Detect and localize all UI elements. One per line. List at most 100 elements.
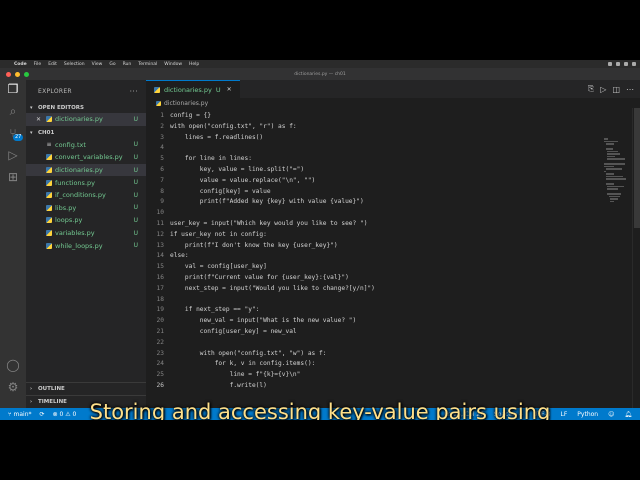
menu-file[interactable]: File: [34, 62, 42, 67]
code-line[interactable]: 4: [146, 143, 586, 154]
minimap-line: [610, 200, 614, 202]
apple-icon[interactable]: [4, 61, 10, 67]
file-item-while-loops[interactable]: while_loops.py U: [26, 239, 146, 252]
gear-icon[interactable]: ⚙: [4, 378, 22, 396]
menu-go[interactable]: Go: [109, 62, 115, 67]
minimap-line: [607, 150, 618, 152]
file-item-dictionaries[interactable]: dictionaries.py U: [26, 163, 146, 177]
more-actions-icon[interactable]: ⋯: [626, 85, 634, 94]
code-line[interactable]: 7 value = value.replace("\n", ""): [146, 176, 586, 187]
menu-help[interactable]: Help: [189, 62, 199, 67]
code-line[interactable]: 14 else:: [146, 251, 586, 262]
menu-run[interactable]: Run: [123, 62, 132, 67]
code-line[interactable]: 1 config = {}: [146, 111, 586, 122]
minimap-line: [607, 158, 625, 160]
editor-scrollbar[interactable]: [632, 108, 640, 408]
code-line[interactable]: 15 val = config[user_key]: [146, 262, 586, 273]
menu-edit[interactable]: Edit: [48, 62, 57, 67]
breadcrumb-file[interactable]: dictionaries.py: [164, 100, 208, 107]
folder-section[interactable]: ▾ CH01: [26, 128, 146, 139]
code-line[interactable]: 26 f.write(l): [146, 381, 586, 392]
code-line[interactable]: 18: [146, 295, 586, 306]
source-control-icon[interactable]: ⑂ 27: [4, 124, 24, 142]
scrollbar-thumb[interactable]: [634, 108, 640, 228]
tab-dictionaries[interactable]: dictionaries.py U ✕: [146, 80, 240, 98]
code-line[interactable]: 22: [146, 338, 586, 349]
close-icon[interactable]: ✕: [227, 86, 232, 93]
open-editors-section[interactable]: ▾ OPEN EDITORS: [26, 102, 146, 113]
status-icon[interactable]: [632, 62, 636, 66]
code-editor[interactable]: 1 config = {} 2 with open("config.txt", "r"…: [146, 111, 586, 392]
close-icon[interactable]: ✕: [36, 116, 46, 123]
file-item-if-conditions[interactable]: if_conditions.py U: [26, 189, 146, 202]
editor-tabs: dictionaries.py U ✕ ⎘ ▷ ◫ ⋯: [146, 80, 640, 98]
explorer-header: EXPLORER ···: [26, 80, 146, 102]
line-number: 16: [156, 273, 164, 281]
python-file-icon: [46, 242, 52, 249]
git-status-badge: U: [133, 229, 138, 237]
extensions-icon[interactable]: ⊞: [4, 168, 22, 186]
line-number: 4: [160, 144, 164, 152]
menu-code[interactable]: Code: [14, 62, 27, 67]
status-icon[interactable]: [624, 62, 628, 66]
code-text: config = {}: [170, 112, 211, 119]
more-actions-icon[interactable]: ···: [129, 87, 138, 96]
account-icon[interactable]: ◯: [4, 356, 22, 374]
status-icon[interactable]: [608, 62, 612, 66]
code-line[interactable]: 24 for k, v in config.items():: [146, 359, 586, 370]
code-line[interactable]: 11 user_key = input("Which key would you …: [146, 219, 586, 230]
code-line[interactable]: 10: [146, 208, 586, 219]
explorer-icon[interactable]: ❐: [4, 80, 22, 98]
code-line[interactable]: 12 if user_key not in config:: [146, 230, 586, 241]
code-line[interactable]: 9 print(f"Added key {key} with value {va…: [146, 197, 586, 208]
python-file-icon: [46, 192, 52, 199]
split-editor-icon[interactable]: ◫: [612, 85, 620, 94]
code-line[interactable]: 8 config[key] = value: [146, 187, 586, 198]
file-item-functions[interactable]: functions.py U: [26, 176, 146, 189]
menu-selection[interactable]: Selection: [64, 62, 85, 67]
minimap-line: [606, 168, 622, 170]
line-number: 12: [156, 230, 164, 238]
code-line[interactable]: 19 if next_step == "y":: [146, 305, 586, 316]
search-icon[interactable]: ⌕: [4, 102, 22, 120]
code-line[interactable]: 16 print(f"Current value for {user_key}:…: [146, 273, 586, 284]
chevron-down-icon: ▾: [30, 130, 33, 137]
file-item-config-txt[interactable]: ≡ config.txt U: [26, 139, 146, 152]
open-changes-icon[interactable]: ⎘: [588, 84, 594, 94]
run-icon[interactable]: ▷: [600, 85, 606, 94]
file-item-loops[interactable]: loops.py U: [26, 214, 146, 227]
code-line[interactable]: 21 config[user_key] = new_val: [146, 327, 586, 338]
code-text: new_val = input("What is the new value? …: [170, 317, 357, 325]
menu-view[interactable]: View: [92, 62, 103, 67]
minimap-line: [604, 163, 625, 165]
code-text: print(f"Current value for {user_key}:{va…: [170, 273, 349, 281]
code-line[interactable]: 17 next_step = input("Would you like to …: [146, 284, 586, 295]
minimap[interactable]: [604, 138, 626, 208]
code-line[interactable]: 3 lines = f.readlines(): [146, 133, 586, 144]
status-icon[interactable]: [616, 62, 620, 66]
code-line[interactable]: 23 with open("config.txt", "w") as f:: [146, 349, 586, 360]
code-line[interactable]: 25 line = f"{k}={v}\n": [146, 370, 586, 381]
breadcrumb[interactable]: dictionaries.py: [146, 98, 640, 108]
code-line[interactable]: 20 new_val = input("What is the new valu…: [146, 316, 586, 327]
open-editor-item[interactable]: ✕ dictionaries.py U: [26, 113, 146, 126]
python-file-icon: [46, 179, 52, 186]
code-text: val = config[user_key]: [170, 263, 267, 271]
file-item-libs[interactable]: libs.py U: [26, 202, 146, 215]
run-debug-icon[interactable]: ▷: [4, 146, 22, 164]
explorer-title: EXPLORER: [38, 87, 72, 95]
code-line[interactable]: 13 print(f"I don't know the key {user_ke…: [146, 241, 586, 252]
file-item-convert-variables[interactable]: convert_variables.py U: [26, 151, 146, 164]
menu-terminal[interactable]: Terminal: [138, 62, 157, 67]
code-line[interactable]: 6 key, value = line.split("="): [146, 165, 586, 176]
minimap-line: [607, 193, 621, 195]
open-editors-label: OPEN EDITORS: [38, 104, 84, 111]
line-number: 23: [156, 349, 164, 357]
menu-window[interactable]: Window: [164, 62, 182, 67]
code-line[interactable]: 2 with open("config.txt", "r") as f:: [146, 122, 586, 133]
file-item-variables[interactable]: variables.py U: [26, 227, 146, 240]
line-number: 9: [160, 198, 164, 206]
outline-section[interactable]: › OUTLINE: [26, 382, 146, 394]
code-line[interactable]: 5 for line in lines:: [146, 154, 586, 165]
file-name: convert_variables.py: [55, 153, 123, 162]
